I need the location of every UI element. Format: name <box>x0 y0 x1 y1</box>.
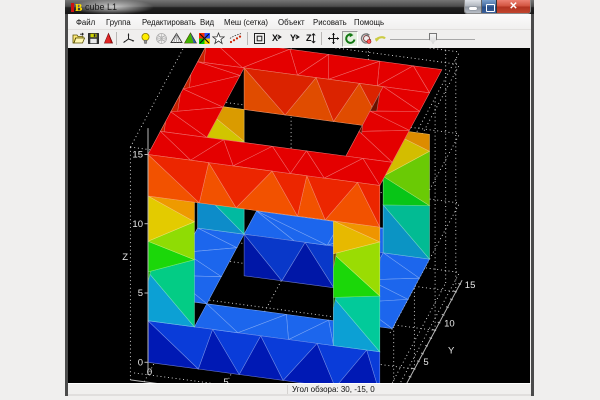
svg-text:15: 15 <box>465 279 476 290</box>
svg-text:5: 5 <box>423 357 428 368</box>
svg-text:Z: Z <box>306 33 312 43</box>
svg-text:15: 15 <box>132 149 143 160</box>
svg-text:Y: Y <box>290 33 296 43</box>
svg-text:0: 0 <box>138 357 143 368</box>
svg-text:0: 0 <box>147 367 152 378</box>
svg-text:10: 10 <box>444 318 455 329</box>
svg-text:Y: Y <box>448 345 455 356</box>
svg-text:X: X <box>272 33 278 43</box>
svg-text:5: 5 <box>138 288 143 299</box>
svg-text:10: 10 <box>132 218 143 229</box>
svg-text:Z: Z <box>122 252 128 263</box>
